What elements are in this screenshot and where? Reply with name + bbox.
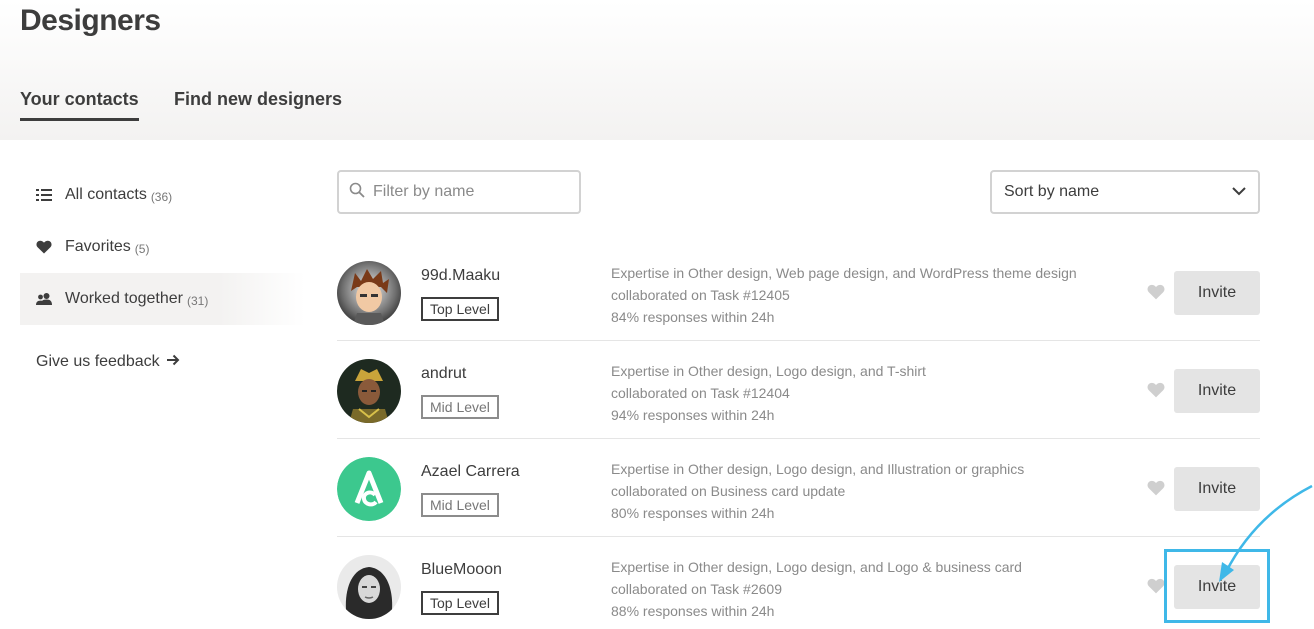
favorite-heart-icon[interactable] — [1147, 480, 1165, 496]
designer-meta: Expertise in Other design, Logo design, … — [611, 360, 926, 426]
give-feedback-link[interactable]: Give us feedback — [36, 352, 180, 372]
invite-button[interactable]: Invite — [1174, 369, 1260, 413]
page-header: Designers Your contacts Find new designe… — [0, 0, 1314, 140]
invite-button[interactable]: Invite — [1174, 271, 1260, 315]
designer-meta: Expertise in Other design, Logo design, … — [611, 458, 1024, 524]
sort-selected-value: Sort by name — [1004, 183, 1100, 200]
sidebar-item-worked-together[interactable]: Worked together (31) — [20, 273, 305, 325]
sidebar-item-count: (36) — [150, 189, 173, 204]
collaboration-text: collaborated on Task #2609 — [611, 581, 782, 597]
sidebar-item-count: (5) — [134, 241, 150, 256]
expertise-text: Expertise in Other design, Logo design, … — [611, 559, 1022, 575]
sidebar-item-favorites[interactable]: Favorites (5) — [20, 221, 305, 273]
list-icon — [36, 187, 52, 203]
designer-row-99d-maaku: 99d.Maaku Top Level Expertise in Other d… — [337, 243, 1260, 341]
expertise-text: Expertise in Other design, Web page desi… — [611, 265, 1077, 281]
designer-row-azael-carrera: Azael Carrera Mid Level Expertise in Oth… — [337, 439, 1260, 537]
heart-icon — [36, 239, 52, 255]
collaboration-text: collaborated on Task #12404 — [611, 385, 790, 401]
avatar — [337, 457, 401, 521]
filter-input[interactable] — [373, 183, 563, 201]
arrow-right-icon — [166, 352, 180, 372]
avatar — [337, 261, 401, 325]
tab-your-contacts[interactable]: Your contacts — [20, 89, 139, 121]
page-title: Designers — [20, 4, 161, 37]
expertise-text: Expertise in Other design, Logo design, … — [611, 363, 926, 379]
invite-highlight-box — [1164, 549, 1270, 623]
people-icon — [36, 291, 52, 307]
collaboration-text: collaborated on Task #12405 — [611, 287, 790, 303]
avatar — [337, 359, 401, 423]
responses-text: 88% responses within 24h — [611, 603, 775, 619]
level-badge: Top Level — [421, 297, 499, 321]
designer-name[interactable]: Azael Carrera — [421, 463, 520, 481]
designer-meta: Expertise in Other design, Web page desi… — [611, 262, 1077, 328]
sidebar-item-all-contacts[interactable]: All contacts (36) — [20, 169, 305, 221]
expertise-text: Expertise in Other design, Logo design, … — [611, 461, 1025, 477]
collaboration-text: collaborated on Business card update — [611, 483, 846, 499]
favorite-heart-icon[interactable] — [1147, 578, 1165, 594]
favorite-heart-icon[interactable] — [1147, 382, 1165, 398]
sort-select[interactable]: Sort by name — [990, 170, 1260, 214]
filter-by-name-field[interactable] — [337, 170, 581, 214]
sidebar-item-count: (31) — [187, 293, 209, 308]
invite-button[interactable]: Invite — [1174, 467, 1260, 511]
designer-row-andrut: andrut Mid Level Expertise in Other desi… — [337, 341, 1260, 439]
designer-name[interactable]: andrut — [421, 365, 466, 383]
designer-name[interactable]: 99d.Maaku — [421, 267, 500, 285]
level-badge: Top Level — [421, 591, 499, 615]
level-badge: Mid Level — [421, 395, 499, 419]
level-badge: Mid Level — [421, 493, 499, 517]
tab-find-new-designers[interactable]: Find new designers — [174, 89, 342, 121]
responses-text: 84% responses within 24h — [611, 309, 775, 325]
designer-meta: Expertise in Other design, Logo design, … — [611, 556, 1022, 622]
sidebar-item-label: Worked together — [65, 290, 183, 307]
favorite-heart-icon[interactable] — [1147, 284, 1165, 300]
chevron-down-icon — [1232, 183, 1246, 201]
responses-text: 80% responses within 24h — [611, 505, 775, 521]
responses-text: 94% responses within 24h — [611, 407, 775, 423]
sidebar-item-label: Favorites — [65, 238, 131, 255]
sidebar-item-label: All contacts — [65, 186, 147, 203]
avatar — [337, 555, 401, 619]
designer-row-bluemooon: BlueMooon Top Level Expertise in Other d… — [337, 537, 1260, 629]
search-icon — [349, 182, 365, 203]
feedback-label: Give us feedback — [36, 353, 160, 370]
designer-name[interactable]: BlueMooon — [421, 561, 502, 579]
